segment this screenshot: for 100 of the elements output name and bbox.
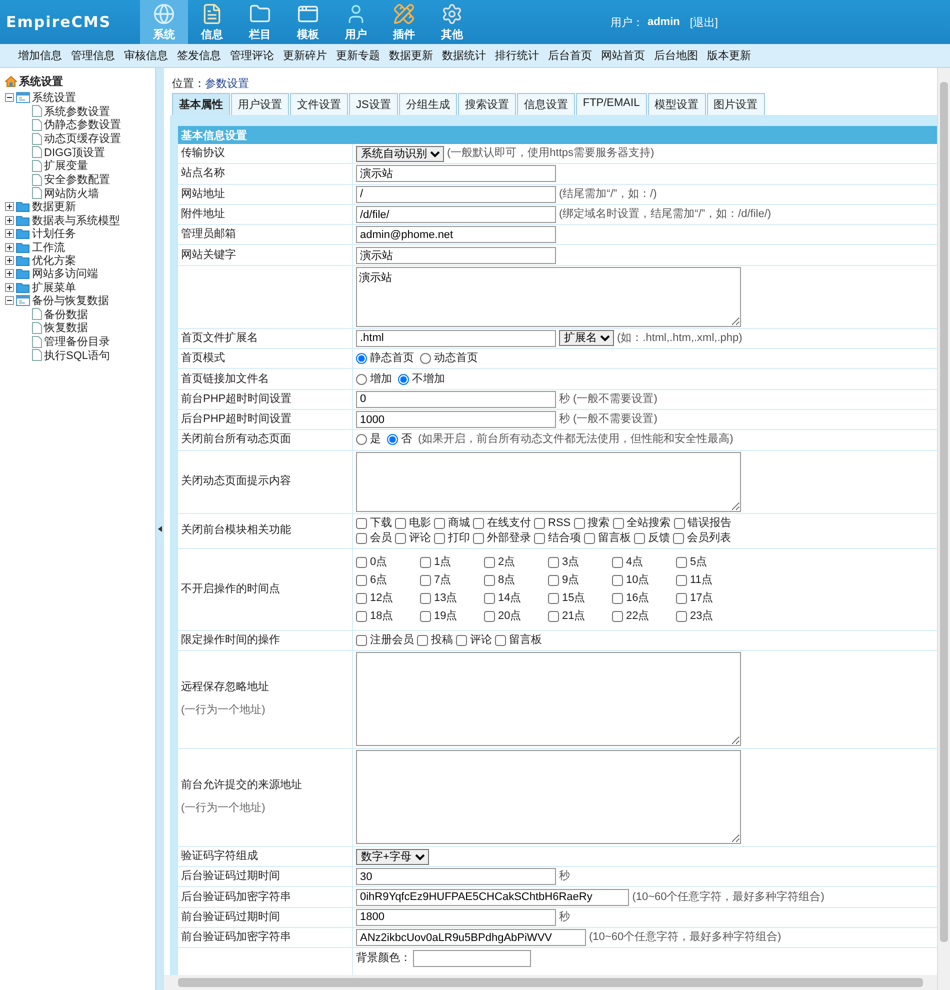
nav-tab[interactable]: 模板 [284, 0, 332, 44]
collapse-icon[interactable] [5, 296, 14, 306]
menu-link[interactable]: 更新碎片 [283, 48, 327, 63]
text-field[interactable]: .html [356, 330, 556, 347]
radio-button[interactable] [356, 374, 367, 385]
tab[interactable]: 信息设置 [516, 93, 575, 115]
checkbox[interactable] [676, 574, 687, 586]
text-field[interactable]: 演示站 [356, 165, 556, 182]
tab[interactable]: 搜索设置 [458, 93, 516, 115]
text-field[interactable]: 30 [356, 868, 556, 886]
checkbox[interactable] [420, 610, 431, 622]
horizontal-scrollbar[interactable] [164, 975, 937, 990]
tree-item[interactable]: 安全参数配置 [44, 172, 110, 188]
tree-item[interactable]: 备份数据 [44, 306, 88, 322]
checkbox[interactable] [612, 592, 623, 604]
checkbox[interactable] [417, 634, 428, 646]
checkbox[interactable] [356, 610, 367, 622]
checkbox[interactable] [612, 574, 623, 586]
checkbox[interactable] [473, 518, 484, 529]
menu-link[interactable]: 数据统计 [442, 48, 486, 63]
tree-item[interactable]: 扩展菜单 [32, 280, 76, 295]
radio-button[interactable] [387, 434, 398, 446]
menu-link[interactable]: 网站首页 [601, 48, 645, 63]
textarea-field[interactable] [356, 452, 741, 512]
tree-item[interactable]: 数据表与系统模型 [32, 212, 120, 228]
select-field[interactable]: 系统自动识别 [356, 146, 444, 162]
nav-tab[interactable]: 栏目 [236, 0, 284, 44]
checkbox[interactable] [434, 518, 445, 529]
checkbox[interactable] [612, 610, 623, 622]
radio-button[interactable] [356, 353, 367, 364]
checkbox[interactable] [612, 518, 624, 529]
checkbox[interactable] [612, 556, 623, 568]
nav-tab[interactable]: 其他 [428, 0, 476, 44]
expand-icon[interactable] [5, 256, 14, 265]
checkbox[interactable] [674, 518, 685, 529]
checkbox[interactable] [534, 518, 545, 529]
checkbox[interactable] [676, 592, 687, 604]
checkbox[interactable] [356, 518, 367, 529]
checkbox[interactable] [548, 610, 559, 622]
tree-item[interactable]: 管理备份目录 [44, 334, 110, 350]
text-field[interactable]: 1000 [356, 411, 556, 428]
tree-item[interactable]: 网站防火墙 [44, 186, 99, 201]
textarea-field[interactable]: 演示站 [356, 266, 741, 327]
textarea-field[interactable] [356, 652, 741, 746]
text-field[interactable]: 0ihR9YqfcEz9HUFPAE5CHCakSChtbH6RaeRy [356, 888, 630, 906]
checkbox[interactable] [673, 532, 684, 544]
checkbox[interactable] [484, 556, 495, 568]
expand-icon[interactable] [5, 242, 14, 252]
checkbox[interactable] [548, 574, 559, 586]
menu-link[interactable]: 审核信息 [124, 48, 168, 63]
checkbox[interactable] [676, 556, 687, 568]
tree-item[interactable]: 数据更新 [32, 199, 76, 214]
tree-item[interactable]: 执行SQL语句 [44, 348, 110, 363]
checkbox[interactable] [356, 592, 367, 604]
checkbox[interactable] [356, 532, 367, 544]
menu-link[interactable]: 数据更新 [389, 48, 433, 63]
tree-item[interactable]: 网站多访问端 [32, 266, 98, 282]
tab[interactable]: 分组生成 [398, 93, 457, 115]
expand-icon[interactable] [5, 216, 14, 225]
tree-item[interactable]: DIGG顶设置 [44, 144, 106, 160]
checkbox[interactable] [634, 532, 645, 544]
checkbox[interactable] [420, 574, 431, 586]
checkbox[interactable] [484, 610, 495, 622]
checkbox[interactable] [395, 518, 406, 529]
tree-item[interactable]: 伪静态参数设置 [44, 117, 121, 132]
checkbox[interactable] [584, 532, 595, 544]
text-field[interactable]: /d/file/ [356, 206, 556, 224]
tree-item[interactable]: 计划任务 [32, 226, 76, 242]
menu-link[interactable]: 签发信息 [177, 48, 221, 63]
menu-link[interactable]: 管理评论 [230, 48, 274, 63]
text-field[interactable]: admin@phome.net [356, 226, 556, 244]
nav-tab[interactable]: 用户 [332, 0, 380, 44]
color-field[interactable] [413, 950, 531, 968]
tree-item[interactable]: 动态页缓存设置 [44, 131, 121, 146]
tab[interactable]: 基本属性 [172, 93, 230, 115]
checkbox[interactable] [473, 532, 484, 544]
tree-item[interactable]: 备份与恢复数据 [32, 293, 109, 308]
tree-item[interactable]: 扩展变量 [44, 158, 88, 174]
text-field[interactable]: 1800 [356, 908, 556, 926]
tab[interactable]: FTP/EMAIL [576, 93, 647, 115]
radio-button[interactable] [420, 353, 431, 364]
tab[interactable]: 用户设置 [231, 93, 289, 115]
tab[interactable]: 模型设置 [648, 93, 706, 115]
checkbox[interactable] [356, 574, 367, 586]
menu-link[interactable]: 增加信息 [18, 48, 62, 63]
tab[interactable]: 图片设置 [706, 93, 765, 115]
checkbox[interactable] [484, 574, 495, 586]
text-field[interactable]: / [356, 186, 556, 203]
expand-icon[interactable] [5, 202, 14, 212]
checkbox[interactable] [548, 556, 559, 568]
text-field[interactable]: ANz2ikbcUov0aLR9u5BPdhgAbPiWVV [356, 929, 586, 946]
checkbox[interactable] [420, 556, 431, 568]
menu-link[interactable]: 管理信息 [71, 48, 115, 63]
logout-link[interactable]: [退出] [690, 14, 718, 30]
text-field[interactable]: 0 [356, 390, 556, 408]
menu-link[interactable]: 更新专题 [336, 48, 380, 63]
checkbox[interactable] [356, 556, 367, 568]
tree-item[interactable]: 工作流 [32, 240, 65, 255]
menu-link[interactable]: 后台首页 [548, 48, 592, 63]
collapse-icon[interactable] [5, 93, 14, 102]
